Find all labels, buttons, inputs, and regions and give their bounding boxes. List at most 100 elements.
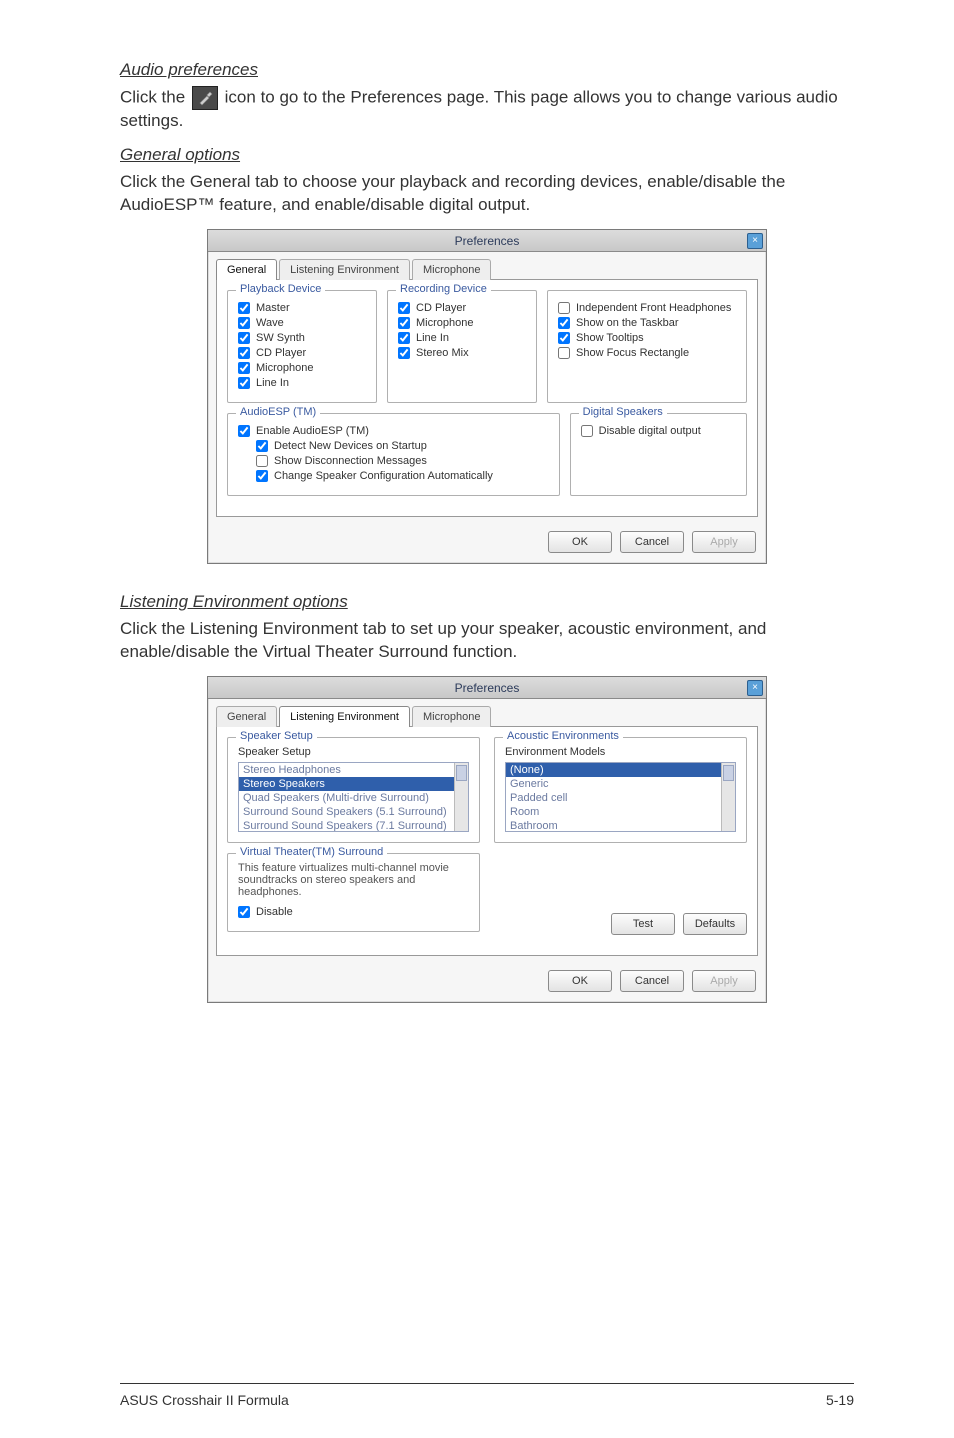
page-footer: ASUS Crosshair II Formula 5-19 xyxy=(120,1383,854,1408)
paragraph-audio-preferences: Click the icon to go to the Preferences … xyxy=(120,86,854,133)
tab-listening[interactable]: Listening Environment xyxy=(279,706,410,727)
scrollbar[interactable] xyxy=(721,763,735,831)
recording-microphone[interactable]: Microphone xyxy=(398,317,526,329)
list-item[interactable]: Stereo Speakers xyxy=(239,777,468,791)
test-button[interactable]: Test xyxy=(611,913,675,935)
scroll-thumb[interactable] xyxy=(723,765,734,781)
playback-cdplayer[interactable]: CD Player xyxy=(238,347,366,359)
environment-models-listbox[interactable]: (None) Generic Padded cell Room Bathroom xyxy=(505,762,736,832)
preferences-dialog: Preferences × General Listening Environm… xyxy=(207,676,767,1003)
tabstrip: General Listening Environment Microphone xyxy=(208,699,766,726)
group-title: Speaker Setup xyxy=(236,730,317,742)
list-item[interactable]: Surround Sound Speakers (5.1 Surround) xyxy=(239,805,468,819)
playback-wave[interactable]: Wave xyxy=(238,317,366,329)
group-digital-speakers: Digital Speakers Disable digital output xyxy=(570,413,747,496)
footer-page-number: 5-19 xyxy=(826,1392,854,1408)
dialog-title: Preferences xyxy=(455,234,520,248)
label: Microphone xyxy=(416,317,473,329)
list-item[interactable]: Generic xyxy=(506,777,735,791)
heading-listening-environment: Listening Environment options xyxy=(120,592,854,612)
list-item[interactable]: Surround Sound Speakers (7.1 Surround) xyxy=(239,819,468,832)
dialog-buttons: OK Cancel Apply xyxy=(208,964,766,1002)
dialog-title: Preferences xyxy=(455,681,520,695)
tabpanel-listening: Speaker Setup Speaker Setup Stereo Headp… xyxy=(216,726,758,956)
tab-general[interactable]: General xyxy=(216,259,277,280)
dialog-buttons: OK Cancel Apply xyxy=(208,525,766,563)
text-fragment: Click the xyxy=(120,87,190,106)
label: Detect New Devices on Startup xyxy=(274,440,427,452)
opt-detect-new-devices[interactable]: Detect New Devices on Startup xyxy=(256,440,549,452)
footer-product: ASUS Crosshair II Formula xyxy=(120,1392,289,1408)
playback-swsynth[interactable]: SW Synth xyxy=(238,332,366,344)
list-item[interactable]: Quad Speakers (Multi-drive Surround) xyxy=(239,791,468,805)
tabstrip: General Listening Environment Microphone xyxy=(208,252,766,279)
opt-show-focus-rectangle[interactable]: Show Focus Rectangle xyxy=(558,347,736,359)
cancel-button[interactable]: Cancel xyxy=(620,970,684,992)
list-item[interactable]: Padded cell xyxy=(506,791,735,805)
opt-change-speaker-config[interactable]: Change Speaker Configuration Automatical… xyxy=(256,470,549,482)
ok-button[interactable]: OK xyxy=(548,970,612,992)
group-title: Acoustic Environments xyxy=(503,730,623,742)
label: Show Disconnection Messages xyxy=(274,455,427,467)
close-icon[interactable]: × xyxy=(747,233,763,249)
label: Microphone xyxy=(256,362,313,374)
group-playback-device: Playback Device Master Wave SW Synth CD … xyxy=(227,290,377,403)
label-environment-models: Environment Models xyxy=(505,746,736,758)
group-title: AudioESP (TM) xyxy=(236,406,320,418)
opt-disable-virtual-theater[interactable]: Disable xyxy=(238,906,469,918)
close-icon[interactable]: × xyxy=(747,680,763,696)
playback-linein[interactable]: Line In xyxy=(238,377,366,389)
preferences-dialog: Preferences × General Listening Environm… xyxy=(207,229,767,564)
page: Audio preferences Click the icon to go t… xyxy=(0,0,954,1438)
tab-microphone[interactable]: Microphone xyxy=(412,706,491,727)
apply-button[interactable]: Apply xyxy=(692,970,756,992)
scroll-thumb[interactable] xyxy=(456,765,467,781)
opt-disable-digital-output[interactable]: Disable digital output xyxy=(581,425,736,437)
group-misc-options: . Independent Front Headphones Show on t… xyxy=(547,290,747,403)
group-title: Virtual Theater(TM) Surround xyxy=(236,846,387,858)
group-recording-device: Recording Device CD Player Microphone Li… xyxy=(387,290,537,403)
label: SW Synth xyxy=(256,332,305,344)
speaker-setup-listbox[interactable]: Stereo Headphones Stereo Speakers Quad S… xyxy=(238,762,469,832)
virtual-theater-desc: This feature virtualizes multi-channel m… xyxy=(238,862,469,898)
playback-microphone[interactable]: Microphone xyxy=(238,362,366,374)
list-item[interactable]: Room xyxy=(506,805,735,819)
opt-independent-front-headphones[interactable]: Independent Front Headphones xyxy=(558,302,736,314)
scrollbar[interactable] xyxy=(454,763,468,831)
paragraph-listening-environment: Click the Listening Environment tab to s… xyxy=(120,618,854,664)
group-title: Digital Speakers xyxy=(579,406,667,418)
recording-stereomix[interactable]: Stereo Mix xyxy=(398,347,526,359)
text-fragment: icon to go to the Preferences page. This… xyxy=(120,87,838,130)
heading-audio-preferences: Audio preferences xyxy=(120,60,854,80)
group-virtual-theater: Virtual Theater(TM) Surround This featur… xyxy=(227,853,480,932)
apply-button[interactable]: Apply xyxy=(692,531,756,553)
group-title: Recording Device xyxy=(396,283,491,295)
defaults-button[interactable]: Defaults xyxy=(683,913,747,935)
label: Show on the Taskbar xyxy=(576,317,679,329)
label: Master xyxy=(256,302,290,314)
tabpanel-general: Playback Device Master Wave SW Synth CD … xyxy=(216,279,758,517)
recording-cdplayer[interactable]: CD Player xyxy=(398,302,526,314)
tab-microphone[interactable]: Microphone xyxy=(412,259,491,280)
titlebar: Preferences × xyxy=(208,677,766,699)
tab-listening[interactable]: Listening Environment xyxy=(279,259,410,280)
opt-show-taskbar[interactable]: Show on the Taskbar xyxy=(558,317,736,329)
label: Wave xyxy=(256,317,284,329)
tab-general[interactable]: General xyxy=(216,706,277,727)
list-item[interactable]: Bathroom xyxy=(506,819,735,832)
label: Line In xyxy=(416,332,449,344)
label: Disable digital output xyxy=(599,425,701,437)
list-item[interactable]: (None) xyxy=(506,763,735,777)
label: CD Player xyxy=(416,302,466,314)
opt-show-tooltips[interactable]: Show Tooltips xyxy=(558,332,736,344)
opt-enable-audioesp[interactable]: Enable AudioESP (TM) xyxy=(238,425,549,437)
cancel-button[interactable]: Cancel xyxy=(620,531,684,553)
ok-button[interactable]: OK xyxy=(548,531,612,553)
hammer-icon xyxy=(192,86,218,110)
list-item[interactable]: Stereo Headphones xyxy=(239,763,468,777)
playback-master[interactable]: Master xyxy=(238,302,366,314)
opt-show-disconnection[interactable]: Show Disconnection Messages xyxy=(256,455,549,467)
label: Show Tooltips xyxy=(576,332,644,344)
recording-linein[interactable]: Line In xyxy=(398,332,526,344)
group-acoustic-environments: Acoustic Environments Environment Models… xyxy=(494,737,747,843)
